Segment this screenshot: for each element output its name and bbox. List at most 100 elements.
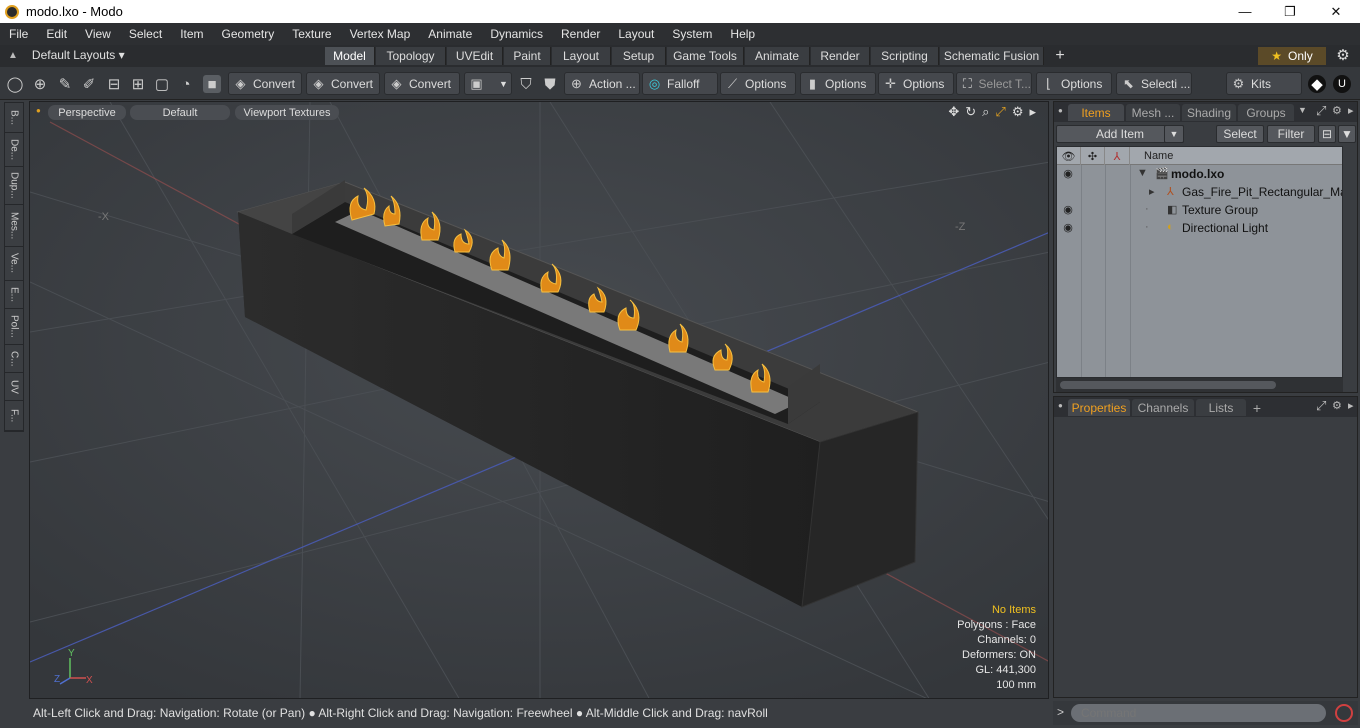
vertex-mode-icon[interactable]: ◯ bbox=[6, 75, 24, 93]
tab-groups[interactable]: Groups bbox=[1238, 104, 1294, 121]
vtab-fusion[interactable]: F... bbox=[5, 401, 23, 431]
cube-icon[interactable]: ■ bbox=[203, 75, 221, 93]
vtab-deform[interactable]: De... bbox=[5, 133, 23, 167]
viewport-gear-icon[interactable]: ⚙ bbox=[1012, 104, 1024, 120]
expand-panel-icon[interactable]: ⤢ bbox=[1316, 398, 1326, 414]
tab-layout[interactable]: Layout bbox=[552, 47, 611, 65]
menu-render[interactable]: Render bbox=[552, 27, 609, 41]
options-button-2[interactable]: ▮ Options bbox=[800, 72, 876, 95]
panel-menu-arrow-icon[interactable]: ▸ bbox=[1348, 104, 1354, 117]
item-mode-icon[interactable]: ◔ bbox=[177, 75, 195, 93]
tree-row-light[interactable]: ◉ · ◐ Directional Light bbox=[1057, 219, 1342, 237]
vtab-polygon[interactable]: Pol... bbox=[5, 309, 23, 345]
snap-icon[interactable]: ⛊ bbox=[541, 75, 559, 93]
viewport-dot-icon[interactable]: ● bbox=[36, 106, 41, 115]
item-tree[interactable]: 👁 ✣ ⅄ Name ◉ ▼ 🎬 modo.lxo ▸ ⅄ Gas_Fire_P… bbox=[1056, 146, 1343, 378]
visibility-eye-icon[interactable]: ◉ bbox=[1061, 221, 1075, 235]
menu-view[interactable]: View bbox=[76, 27, 120, 41]
tabs-dropdown-icon[interactable]: ▼ bbox=[1298, 105, 1307, 115]
menu-system[interactable]: System bbox=[663, 27, 721, 41]
tab-mesh[interactable]: Mesh ... bbox=[1126, 104, 1180, 121]
viewport-scene[interactable]: -X -Z Y X Z bbox=[30, 102, 1049, 699]
tree-row-texture-group[interactable]: ◉ · ◧ Texture Group bbox=[1057, 201, 1342, 219]
vtab-curve[interactable]: C... bbox=[5, 345, 23, 373]
viewport-textures-selector[interactable]: Viewport Textures bbox=[235, 105, 339, 120]
menu-vertex-map[interactable]: Vertex Map bbox=[341, 27, 420, 41]
options-button-4[interactable]: ⌊ Options bbox=[1036, 72, 1112, 95]
action-center-button[interactable]: ⊕ Action ... bbox=[564, 72, 640, 95]
tab-paint[interactable]: Paint bbox=[504, 47, 551, 65]
tab-schematic-fusion[interactable]: Schematic Fusion bbox=[940, 47, 1044, 65]
edge-icon[interactable]: ⊟ bbox=[105, 75, 123, 93]
tab-topology[interactable]: Topology bbox=[376, 47, 446, 65]
vtab-vertex[interactable]: Ve... bbox=[5, 247, 23, 281]
add-tab-button[interactable]: + bbox=[1045, 47, 1075, 65]
fit-icon[interactable]: ⤢ bbox=[995, 104, 1005, 120]
3d-viewport[interactable]: -X -Z Y X Z ● Perspective Default Viewpo… bbox=[29, 101, 1049, 699]
filter-button[interactable]: Filter bbox=[1267, 125, 1315, 143]
expand-arrow-icon[interactable]: ▸ bbox=[1149, 185, 1162, 198]
tab-game-tools[interactable]: Game Tools bbox=[667, 47, 744, 65]
layout-selector[interactable]: ▲ Default Layouts ▾ bbox=[8, 48, 125, 62]
rotate-icon[interactable]: ↻ bbox=[965, 104, 976, 120]
view-type-selector[interactable]: Perspective bbox=[48, 105, 126, 120]
menu-animate[interactable]: Animate bbox=[419, 27, 481, 41]
name-column-header[interactable]: Name bbox=[1130, 147, 1342, 165]
add-item-dropdown[interactable]: ▼ bbox=[1164, 125, 1184, 143]
tree-horizontal-scrollbar[interactable] bbox=[1056, 378, 1343, 392]
select-button[interactable]: Select bbox=[1216, 125, 1264, 143]
tab-lists[interactable]: Lists bbox=[1196, 399, 1246, 416]
pen-icon[interactable]: ✎ bbox=[56, 75, 74, 93]
menu-select[interactable]: Select bbox=[120, 27, 171, 41]
polygon-icon[interactable]: ⊞ bbox=[129, 75, 147, 93]
tab-properties[interactable]: Properties bbox=[1068, 399, 1130, 416]
tab-setup[interactable]: Setup bbox=[612, 47, 666, 65]
options-button-3[interactable]: ✛ Options bbox=[878, 72, 954, 95]
menu-layout[interactable]: Layout bbox=[609, 27, 663, 41]
material-icon[interactable]: ▢ bbox=[153, 75, 171, 93]
scrollbar-thumb[interactable] bbox=[1060, 381, 1276, 389]
pan-icon[interactable]: ✥ bbox=[948, 104, 959, 120]
select-tool-button[interactable]: ⛶ Select T... bbox=[956, 72, 1032, 95]
panel-gear-icon[interactable]: ⚙ bbox=[1332, 399, 1342, 412]
menu-file[interactable]: File bbox=[0, 27, 37, 41]
menu-texture[interactable]: Texture bbox=[283, 27, 340, 41]
kits-button[interactable]: ⚙ Kits bbox=[1226, 72, 1302, 95]
menu-geometry[interactable]: Geometry bbox=[213, 27, 284, 41]
globe-icon[interactable]: ⊕ bbox=[31, 75, 49, 93]
selection-button[interactable]: ⬉ Selecti ... bbox=[1116, 72, 1192, 95]
maximize-button[interactable]: ❐ bbox=[1267, 0, 1313, 23]
only-toggle[interactable]: ★ Only bbox=[1258, 47, 1326, 65]
vtab-mesh-edit[interactable]: Mes... bbox=[5, 205, 23, 247]
tree-row-mesh[interactable]: ▸ ⅄ Gas_Fire_Pit_Rectangular_Ma... bbox=[1057, 183, 1342, 201]
shading-selector[interactable]: Default bbox=[130, 105, 230, 120]
convert-button-3[interactable]: ◈ Convert bbox=[384, 72, 460, 95]
visibility-eye-icon[interactable]: ◉ bbox=[1061, 167, 1075, 181]
expand-panel-icon[interactable]: ⤢ bbox=[1316, 103, 1326, 119]
type-column-icon[interactable]: ⅄ bbox=[1105, 147, 1130, 165]
visibility-eye-icon[interactable]: ◉ bbox=[1061, 203, 1075, 217]
zoom-icon[interactable]: ⌕ bbox=[982, 104, 989, 120]
tab-channels[interactable]: Channels bbox=[1132, 399, 1194, 416]
menu-item[interactable]: Item bbox=[171, 27, 212, 41]
add-tab-button[interactable]: + bbox=[1248, 399, 1266, 416]
convert-button-2[interactable]: ◈ Convert bbox=[306, 72, 380, 95]
panel-menu-arrow-icon[interactable]: ▸ bbox=[1348, 399, 1354, 412]
tab-shading[interactable]: Shading bbox=[1182, 104, 1236, 121]
gear-icon[interactable]: ⚙ bbox=[1334, 47, 1352, 65]
panel-dot-icon[interactable]: ● bbox=[1058, 401, 1063, 410]
vtab-basic[interactable]: B... bbox=[5, 103, 23, 133]
unity-icon[interactable]: ◆ bbox=[1308, 75, 1326, 93]
menu-help[interactable]: Help bbox=[721, 27, 764, 41]
symmetry-icon[interactable]: ⛉ bbox=[517, 75, 535, 93]
collapse-all-icon[interactable]: ⊟ bbox=[1318, 125, 1336, 143]
work-plane-dropdown[interactable]: ▣ ▼ bbox=[464, 72, 512, 95]
menu-dynamics[interactable]: Dynamics bbox=[481, 27, 552, 41]
tab-model[interactable]: Model bbox=[325, 47, 375, 65]
close-button[interactable]: ✕ bbox=[1313, 0, 1359, 23]
menu-edit[interactable]: Edit bbox=[37, 27, 76, 41]
tree-row-scene[interactable]: ◉ ▼ 🎬 modo.lxo bbox=[1057, 165, 1342, 183]
minimize-button[interactable]: — bbox=[1222, 0, 1268, 23]
command-input[interactable] bbox=[1071, 704, 1326, 722]
brush-icon[interactable]: ✐ bbox=[80, 75, 98, 93]
